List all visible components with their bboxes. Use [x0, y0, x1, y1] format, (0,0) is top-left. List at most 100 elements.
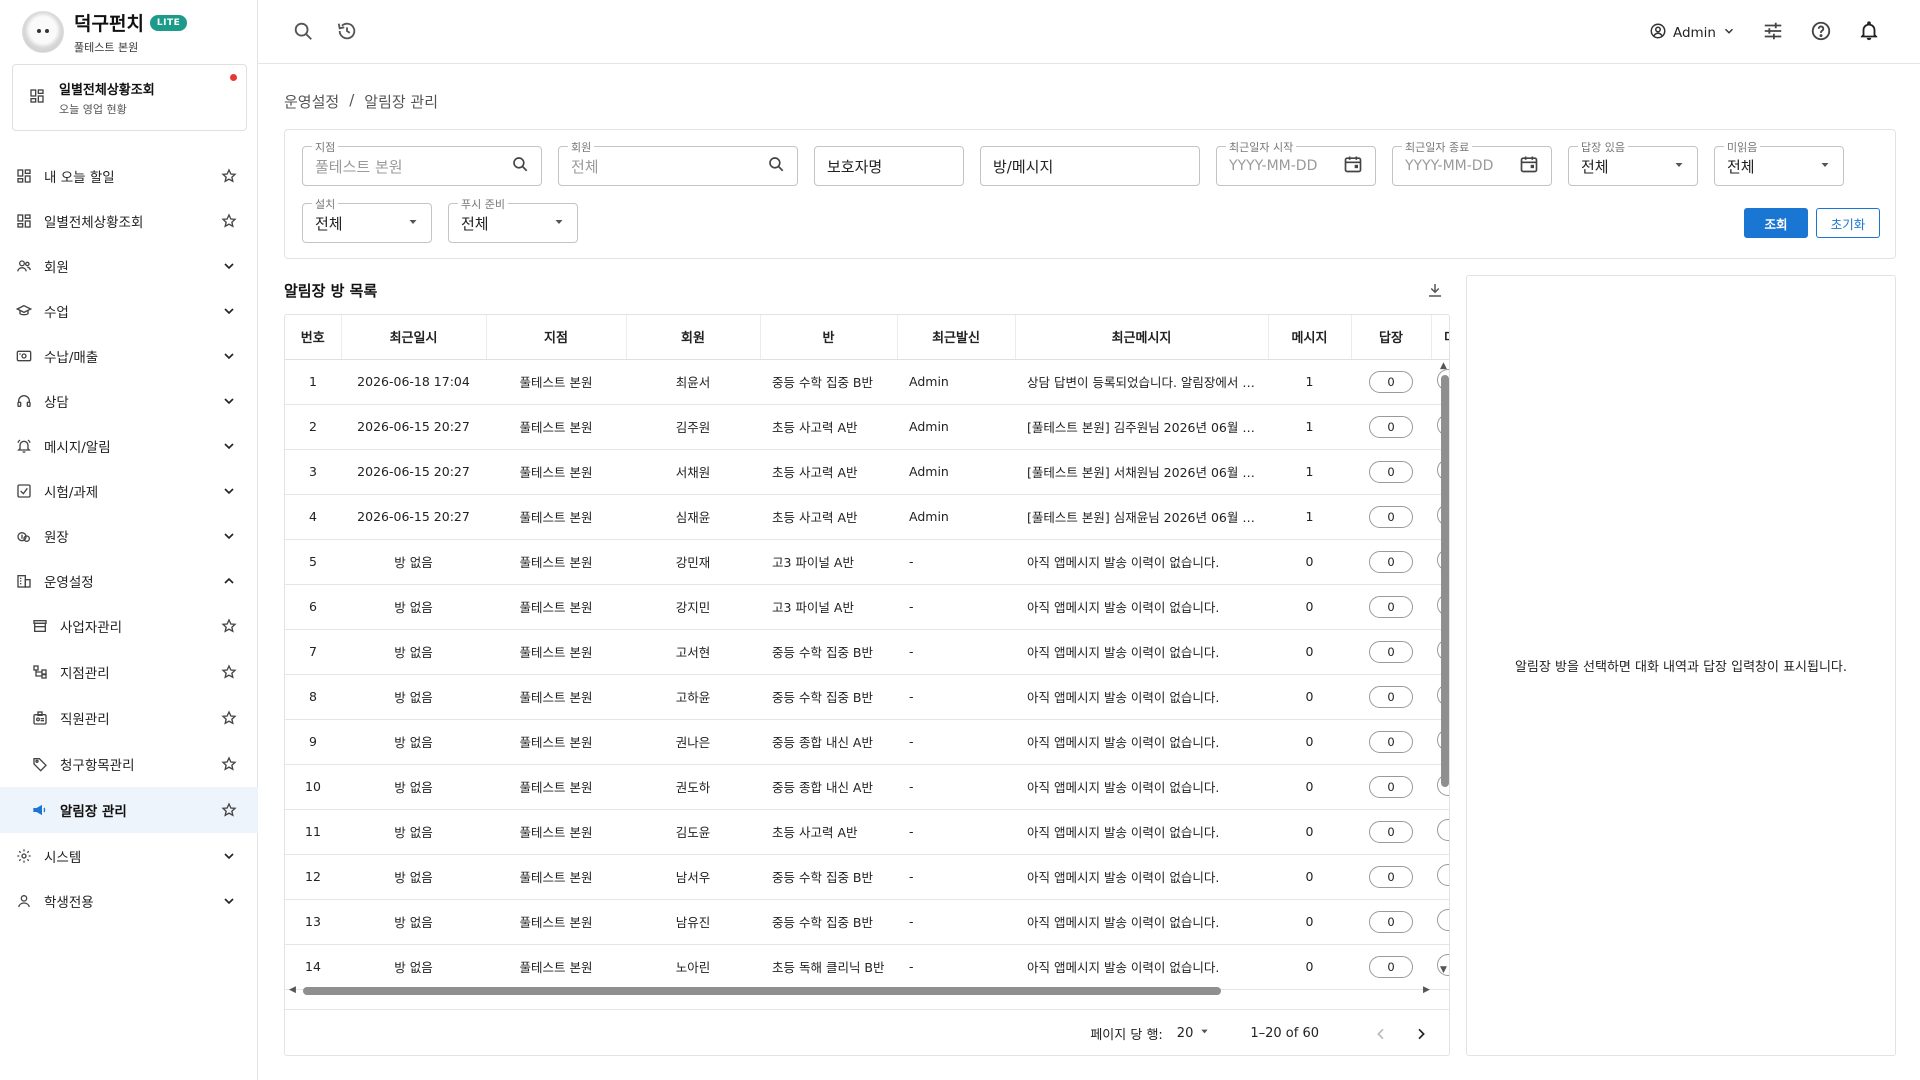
vertical-scroll-thumb[interactable]: [1441, 375, 1449, 787]
table-row[interactable]: 7방 없음 풀테스트 본원 고서현 중등 수학 집중 B반 - 아직 앱메시지 발송 이력…: [285, 629, 1449, 675]
column-header[interactable]: 최근메시지: [1015, 315, 1269, 360]
breadcrumb: 운영설정 / 알림장 관리: [284, 91, 438, 112]
column-header[interactable]: 회원: [626, 315, 761, 360]
branch-cell: 풀테스트 본원: [486, 539, 626, 585]
chevron-down-icon: [220, 347, 238, 365]
last-datetime: 방 없음: [341, 584, 486, 630]
unread-select[interactable]: 미읽음 전체: [1714, 139, 1844, 186]
sidebar-item[interactable]: 학생전용: [0, 878, 258, 923]
column-header[interactable]: 최근발신: [897, 315, 1016, 360]
scroll-left-icon[interactable]: ◀: [289, 985, 296, 995]
sidebar-item[interactable]: 사업자관리: [0, 603, 258, 649]
star-icon[interactable]: [220, 663, 238, 681]
sidebar-item[interactable]: 수업: [0, 288, 258, 333]
push-ready-value: 전체: [461, 214, 489, 233]
table-row[interactable]: 10 방 없음 풀테스트 본원 권도하 중등 종합 내신 A반 - 아직 앱메시지 발송 이…: [285, 764, 1449, 810]
sidebar-item[interactable]: 시스템: [0, 833, 258, 878]
horizontal-scroll-thumb[interactable]: [303, 987, 1221, 995]
table-row[interactable]: 14 방 없음 풀테스트 본원 노아린 초등 독해 클리닉 B반 - 아직 앱메시지 발송 …: [285, 944, 1449, 990]
row-number: 9: [285, 719, 341, 765]
help-icon[interactable]: [1810, 20, 1832, 46]
sidebar-item[interactable]: 청구항목관리: [0, 741, 258, 787]
sidebar-item[interactable]: 알림장 관리: [0, 787, 258, 833]
table-row[interactable]: 3 2026-06-15 20:27 풀테스트 본원 서채원 초등 사고력 A반 Admi…: [285, 449, 1449, 495]
sidebar-item[interactable]: 운영설정: [0, 558, 258, 603]
column-header[interactable]: 메시지: [1268, 315, 1352, 360]
sidebar-item-label: 학생전용: [44, 894, 94, 911]
sidebar-item[interactable]: 지점관리: [0, 649, 258, 695]
table-row[interactable]: 9방 없음 풀테스트 본원 권나은 중등 종합 내신 A반 - 아직 앱메시지 발송 이력…: [285, 719, 1449, 765]
date-end-input[interactable]: 최근일자 종료 YYYY-MM-DD: [1392, 139, 1552, 186]
class-cell: 중등 종합 내신 A반: [760, 719, 897, 765]
sidebar-item[interactable]: 메시지/알림: [0, 423, 258, 468]
rows-per-page-select[interactable]: 20: [1177, 1026, 1211, 1041]
previous-page-button[interactable]: [1369, 1022, 1393, 1046]
brand[interactable]: 덕구펀치 LITE 풀테스트 본원: [0, 0, 257, 64]
chevron-down-icon: [1722, 24, 1736, 42]
column-header[interactable]: 미읽: [1431, 315, 1449, 360]
has-reply-select[interactable]: 답장 있음 전체: [1568, 139, 1698, 186]
breadcrumb-parent[interactable]: 운영설정: [284, 91, 339, 112]
table-row[interactable]: 5방 없음 풀테스트 본원 강민재 고3 파이널 A반 - 아직 앱메시지 발송 이력이 …: [285, 539, 1449, 585]
chevron-down-icon: [220, 892, 238, 910]
column-header[interactable]: 지점: [486, 315, 627, 360]
dog-logo-icon: [22, 11, 64, 53]
topbar: Admin: [258, 0, 1920, 64]
date-start-input[interactable]: 최근일자 시작 YYYY-MM-DD: [1216, 139, 1376, 186]
star-icon[interactable]: [220, 617, 238, 635]
reset-button[interactable]: 초기화: [1816, 208, 1880, 238]
table-header: 번호최근일시지점회원반최근발신최근메시지메시지답장미읽: [285, 315, 1449, 360]
table-row[interactable]: 11 방 없음 풀테스트 본원 김도윤 초등 사고력 A반 - 아직 앱메시지 발송 이력이…: [285, 809, 1449, 855]
user-menu[interactable]: Admin: [1649, 22, 1736, 44]
guardian-name-input[interactable]: 보호자명: [814, 146, 964, 186]
table-row[interactable]: 6방 없음 풀테스트 본원 강지민 고3 파이널 A반 - 아직 앱메시지 발송 이력이 …: [285, 584, 1449, 630]
branch-field[interactable]: 지점 풀테스트 본원: [302, 139, 542, 186]
sidebar-item[interactable]: 원장: [0, 513, 258, 558]
next-page-button[interactable]: [1409, 1022, 1433, 1046]
member-field[interactable]: 회원 전체: [558, 139, 798, 186]
table-row[interactable]: 13 방 없음 풀테스트 본원 남유진 중등 수학 집중 B반 - 아직 앱메시지 발송 이…: [285, 899, 1449, 945]
column-header[interactable]: 번호: [285, 315, 342, 360]
vertical-scrollbar[interactable]: ▲ ▼: [1439, 361, 1449, 977]
tag-icon: [32, 756, 48, 772]
column-header[interactable]: 최근일시: [341, 315, 487, 360]
star-icon[interactable]: [220, 709, 238, 727]
sidebar-item[interactable]: 내 오늘 할일: [0, 153, 258, 198]
member-field-placeholder: 전체: [571, 157, 599, 176]
scroll-down-icon[interactable]: ▼: [1440, 965, 1447, 975]
search-icon[interactable]: [292, 20, 314, 46]
sidebar-item[interactable]: 수납/매출: [0, 333, 258, 378]
reply-count-pill: 0: [1369, 505, 1413, 528]
installed-select[interactable]: 설치 전체: [302, 196, 432, 243]
history-icon[interactable]: [336, 20, 358, 46]
sidebar-item[interactable]: 직원관리: [0, 695, 258, 741]
horizontal-scrollbar[interactable]: ◀ ▶: [285, 985, 1441, 997]
scroll-right-icon[interactable]: ▶: [1423, 985, 1430, 995]
today-status-card[interactable]: 일별전체상황조회 오늘 영업 현황: [12, 64, 247, 131]
column-header[interactable]: 답장: [1351, 315, 1432, 360]
sidebar-item[interactable]: 일별전체상황조회: [0, 198, 258, 243]
tune-icon[interactable]: [1762, 20, 1784, 46]
bell-icon[interactable]: [1858, 20, 1880, 46]
table-row[interactable]: 12 방 없음 풀테스트 본원 남서우 중등 수학 집중 B반 - 아직 앱메시지 발송 이…: [285, 854, 1449, 900]
star-icon[interactable]: [220, 801, 238, 819]
sidebar-item[interactable]: 회원: [0, 243, 258, 288]
calendar-icon[interactable]: [1519, 154, 1539, 178]
room-message-input[interactable]: 방/메시지: [980, 146, 1200, 186]
download-icon[interactable]: [1426, 281, 1444, 303]
star-icon[interactable]: [220, 212, 238, 230]
push-ready-select[interactable]: 푸시 준비 전체: [448, 196, 578, 243]
table-row[interactable]: 1 2026-06-18 17:04 풀테스트 본원 최윤서 중등 수학 집중 B반 Ad…: [285, 359, 1449, 405]
sidebar-item[interactable]: 상담: [0, 378, 258, 423]
search-button[interactable]: 조회: [1744, 208, 1808, 238]
table-row[interactable]: 4 2026-06-15 20:27 풀테스트 본원 심재윤 초등 사고력 A반 Admi…: [285, 494, 1449, 540]
calendar-icon[interactable]: [1343, 154, 1363, 178]
column-header[interactable]: 반: [760, 315, 898, 360]
star-icon[interactable]: [220, 755, 238, 773]
table-row[interactable]: 2 2026-06-15 20:27 풀테스트 본원 김주원 초등 사고력 A반 Admi…: [285, 404, 1449, 450]
star-icon[interactable]: [220, 167, 238, 185]
table-row[interactable]: 8방 없음 풀테스트 본원 고하윤 중등 수학 집중 B반 - 아직 앱메시지 발송 이력…: [285, 674, 1449, 720]
today-card-subtitle: 오늘 영업 현황: [59, 102, 127, 116]
sidebar-item[interactable]: 시험/과제: [0, 468, 258, 513]
scroll-up-icon[interactable]: ▲: [1440, 361, 1447, 371]
